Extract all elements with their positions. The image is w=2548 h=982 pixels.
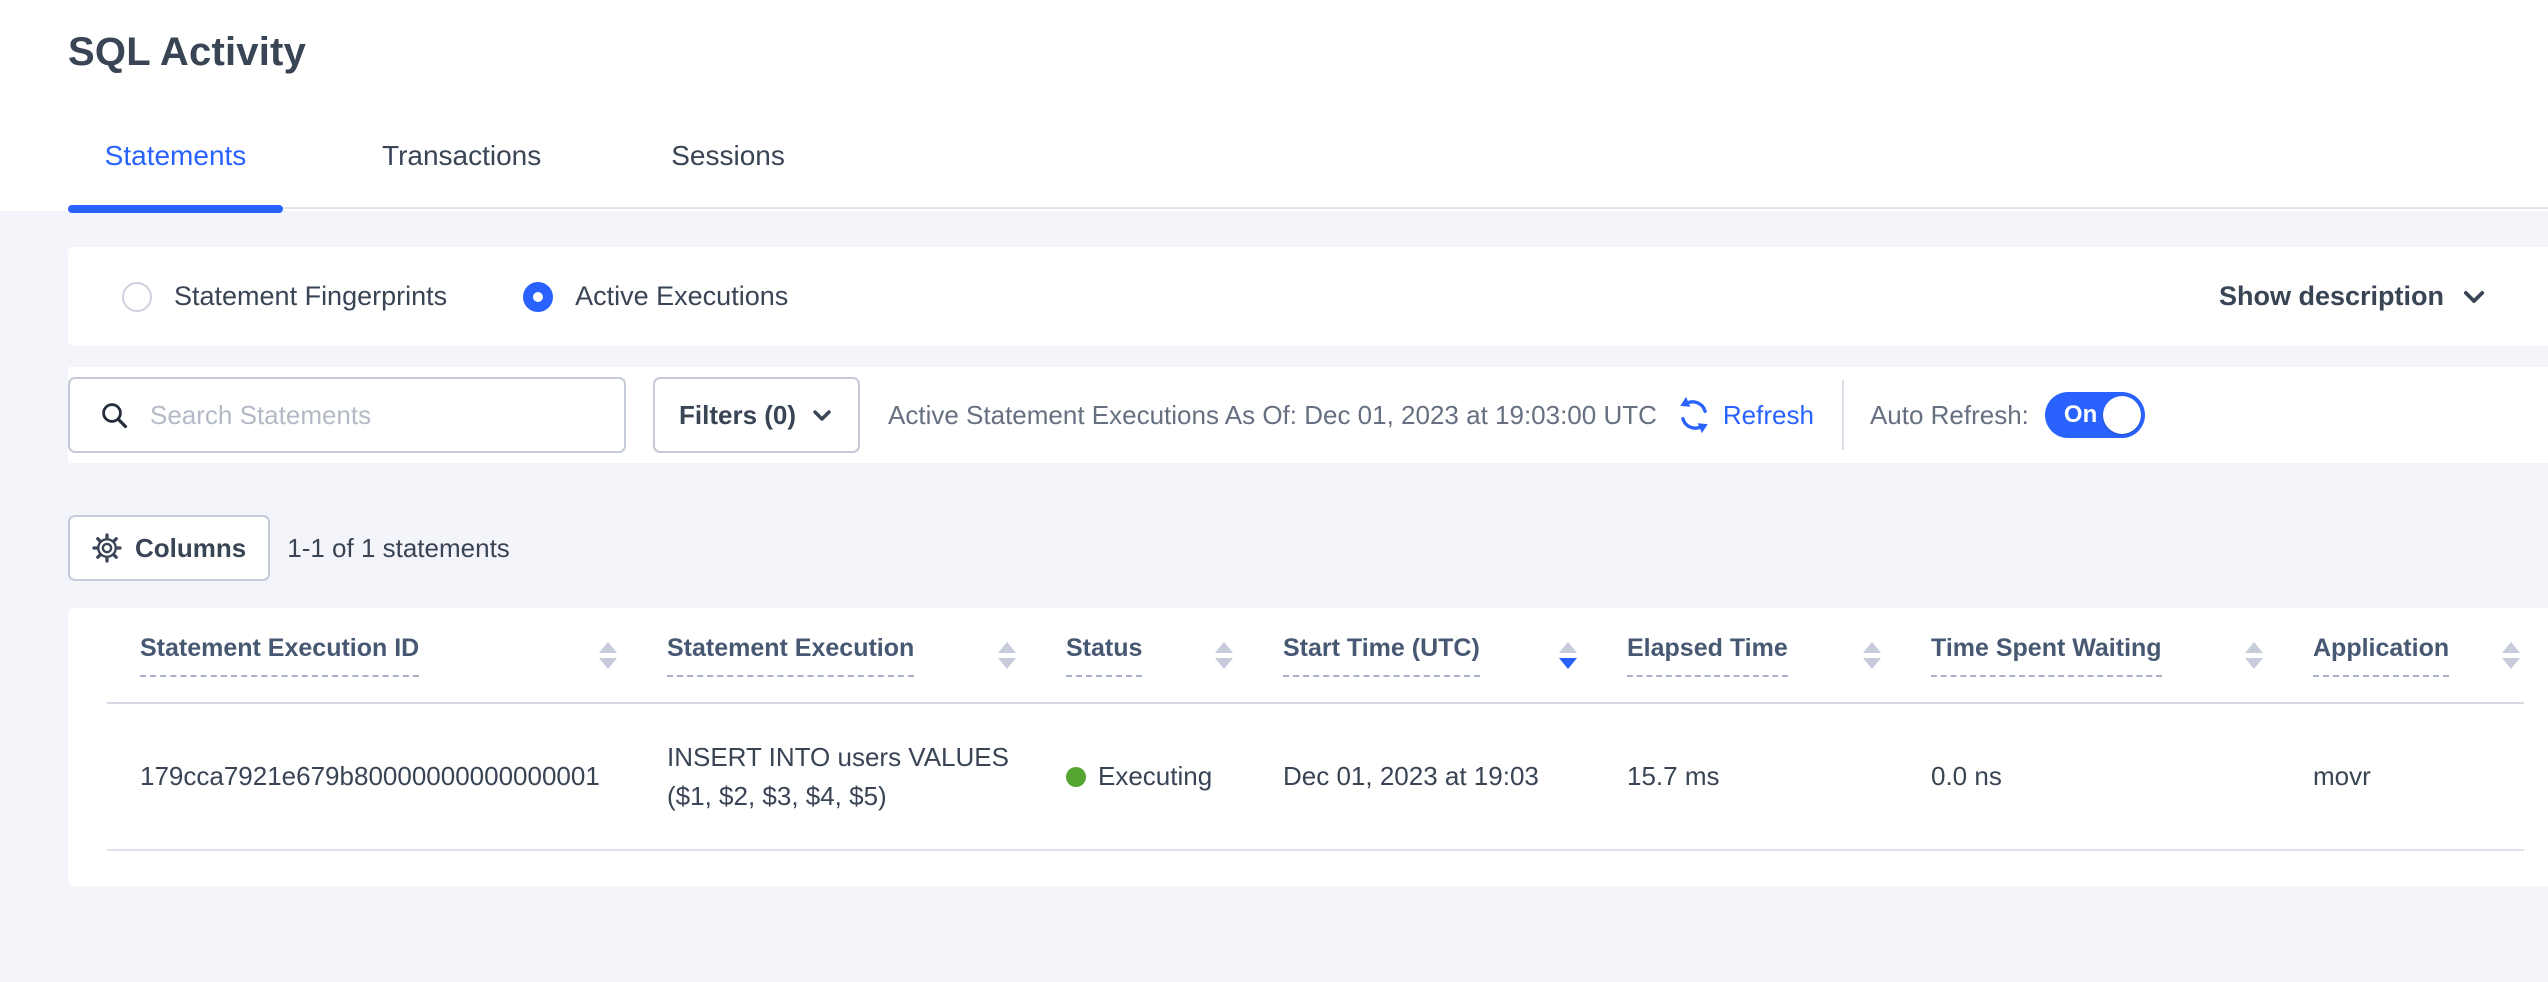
column-header-statement-execution: Statement Execution [667, 634, 1066, 677]
search-icon [98, 399, 130, 431]
radio-active-executions-label: Active Executions [575, 281, 788, 312]
view-mode-bar: Statement Fingerprints Active Executions… [68, 247, 2548, 346]
column-header-label[interactable]: Time Spent Waiting [1931, 634, 2162, 677]
cell-elapsed-time: 15.7 ms [1627, 757, 1931, 796]
tab-sessions-label: Sessions [671, 140, 785, 213]
column-header-status: Status [1066, 634, 1283, 677]
active-tab-indicator [68, 205, 283, 213]
toggle-knob[interactable] [2103, 396, 2141, 434]
auto-refresh-toggle[interactable]: On [2045, 392, 2145, 438]
sort-toggle-icon[interactable] [599, 642, 617, 669]
column-header-label[interactable]: Start Time (UTC) [1283, 634, 1480, 677]
refresh-icon [1675, 396, 1713, 434]
column-header-application: Application [2313, 634, 2524, 677]
status-label: Executing [1098, 757, 1212, 796]
radio-statement-fingerprints-label: Statement Fingerprints [174, 281, 447, 312]
column-header-label[interactable]: Elapsed Time [1627, 634, 1788, 677]
search-box[interactable] [68, 377, 626, 453]
tab-sessions[interactable]: Sessions [671, 140, 785, 213]
cell-execution-id[interactable]: 179cca7921e679b80000000000000001 [140, 757, 667, 796]
table-controls-row: Columns 1-1 of 1 statements [68, 515, 510, 581]
tab-transactions[interactable]: Transactions [382, 140, 541, 213]
chevron-down-icon [2460, 283, 2488, 311]
view-mode-radio-group: Statement Fingerprints Active Executions [122, 281, 788, 312]
gear-icon [92, 533, 122, 563]
statement-line-1: INSERT INTO users VALUES [667, 738, 1066, 777]
column-header-label[interactable]: Statement Execution [667, 634, 914, 677]
sort-toggle-icon[interactable] [998, 642, 1016, 669]
column-header-time-spent-waiting: Time Spent Waiting [1931, 634, 2313, 677]
tab-statements-label: Statements [105, 140, 247, 213]
columns-button-label: Columns [135, 533, 246, 564]
sql-activity-tabs: Statements Transactions Sessions [68, 140, 2548, 213]
cell-start-time: Dec 01, 2023 at 19:03 [1283, 757, 1627, 796]
column-header-statement-execution-id: Statement Execution ID [140, 634, 667, 677]
cell-time-spent-waiting: 0.0 ns [1931, 757, 2313, 796]
radio-statement-fingerprints-circle[interactable] [122, 282, 152, 312]
statements-table: Statement Execution ID Statement Executi… [107, 608, 2524, 851]
sort-toggle-icon[interactable] [1863, 642, 1881, 669]
filters-button-label: Filters (0) [679, 400, 796, 431]
tab-transactions-label: Transactions [382, 140, 541, 213]
page-title: SQL Activity [68, 30, 306, 75]
sort-toggle-icon[interactable] [2245, 642, 2263, 669]
table-header-row: Statement Execution ID Statement Executi… [107, 608, 2524, 704]
column-header-label[interactable]: Statement Execution ID [140, 634, 419, 677]
filters-button[interactable]: Filters (0) [653, 377, 860, 453]
auto-refresh-label: Auto Refresh: [1870, 400, 2029, 431]
statements-table-card: Statement Execution ID Statement Executi… [68, 608, 2548, 886]
auto-refresh-toggle-state: On [2064, 401, 2097, 429]
radio-active-executions[interactable]: Active Executions [523, 281, 788, 312]
tab-statements[interactable]: Statements [68, 140, 283, 213]
show-description-label: Show description [2219, 281, 2444, 312]
column-header-elapsed-time: Elapsed Time [1627, 634, 1931, 677]
column-header-start-time: Start Time (UTC) [1283, 634, 1627, 677]
sort-toggle-icon-active-desc[interactable] [1559, 642, 1577, 669]
results-count: 1-1 of 1 statements [287, 533, 510, 564]
column-header-label[interactable]: Application [2313, 634, 2449, 677]
show-description-button[interactable]: Show description [2219, 281, 2488, 312]
column-header-label[interactable]: Status [1066, 634, 1142, 677]
cell-statement[interactable]: INSERT INTO users VALUES ($1, $2, $3, $4… [667, 738, 1066, 816]
chevron-down-icon [810, 403, 834, 427]
sort-toggle-icon[interactable] [2502, 642, 2520, 669]
statement-line-2: ($1, $2, $3, $4, $5) [667, 777, 1066, 816]
radio-statement-fingerprints[interactable]: Statement Fingerprints [122, 281, 447, 312]
statements-toolbar: Filters (0) Active Statement Executions … [68, 367, 2548, 463]
cell-status: Executing [1066, 757, 1283, 796]
cell-application: movr [2313, 757, 2524, 796]
radio-active-executions-circle[interactable] [523, 282, 553, 312]
as-of-timestamp: Active Statement Executions As Of: Dec 0… [888, 400, 1657, 431]
status-dot [1066, 767, 1086, 787]
columns-button[interactable]: Columns [68, 515, 270, 581]
refresh-label: Refresh [1723, 400, 1814, 431]
search-input[interactable] [150, 400, 604, 431]
sort-toggle-icon[interactable] [1215, 642, 1233, 669]
toolbar-divider [1842, 380, 1844, 450]
table-row[interactable]: 179cca7921e679b80000000000000001 INSERT … [107, 704, 2524, 851]
refresh-button[interactable]: Refresh [1675, 396, 1814, 434]
